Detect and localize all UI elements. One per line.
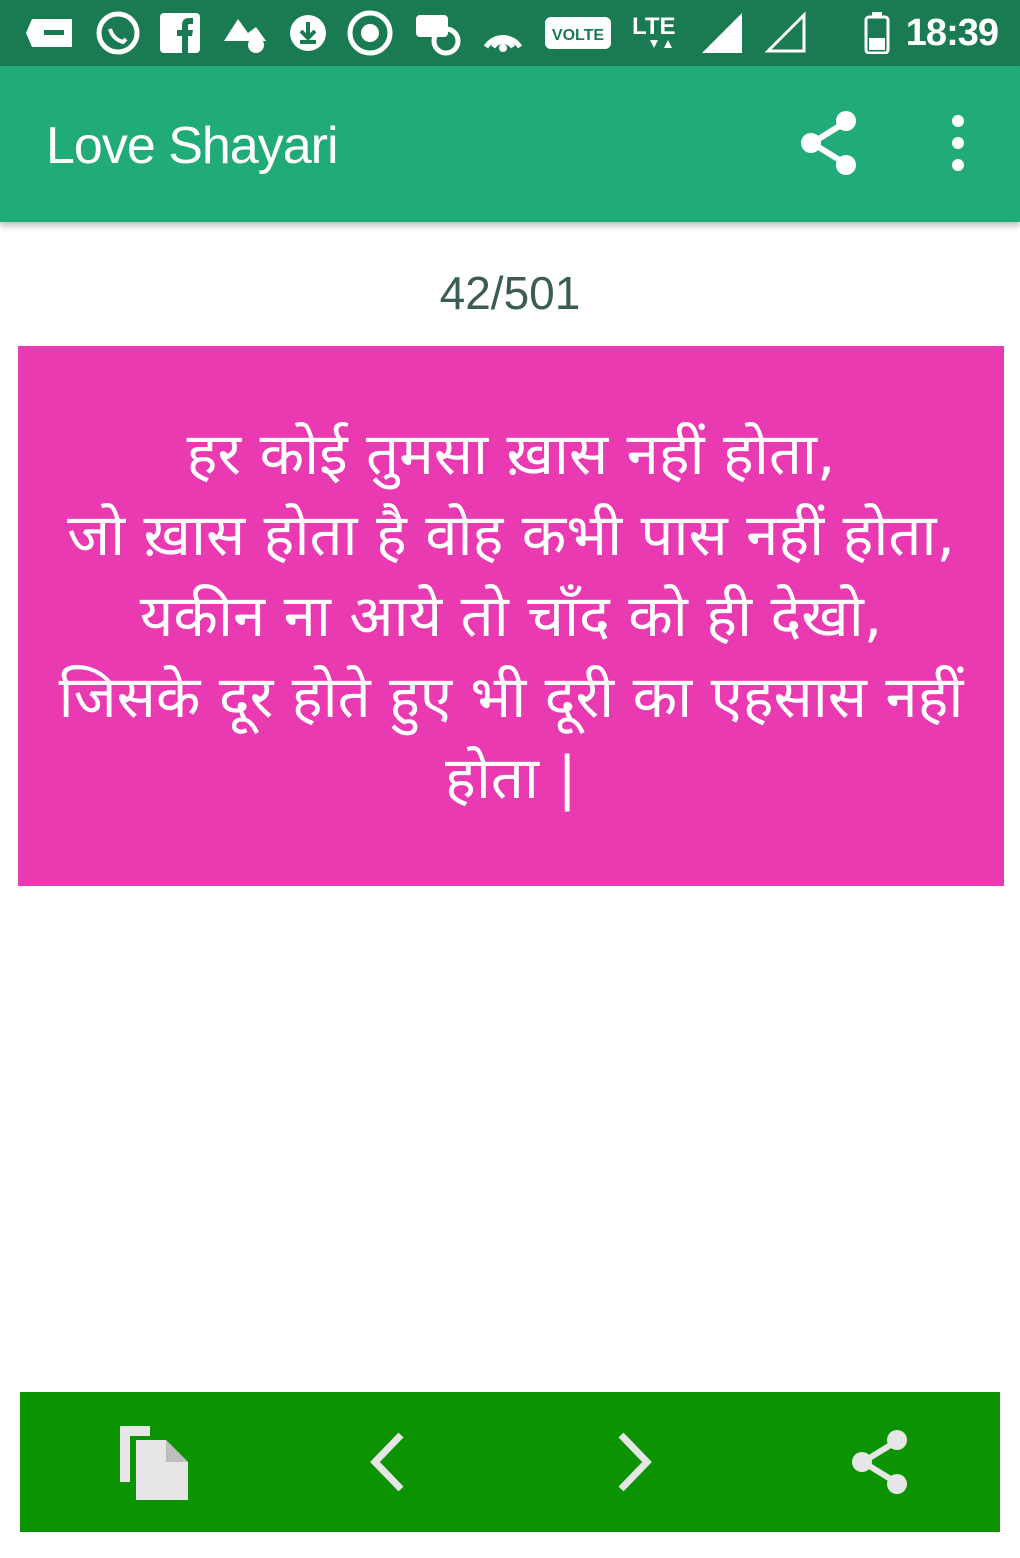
lte-icon: LTE: [630, 10, 682, 56]
battery-icon: [864, 12, 890, 54]
status-right: 18:39: [864, 11, 999, 55]
svg-text:LTE: LTE: [632, 13, 676, 40]
chevron-right-icon: [618, 1432, 652, 1492]
shayari-card: हर कोई तुमसा ख़ास नहीं होता, जो ख़ास होत…: [18, 346, 1004, 886]
signal-empty-icon: [764, 11, 810, 55]
whatsapp-icon: [94, 9, 142, 57]
bottom-action-bar: [20, 1392, 1000, 1532]
next-button[interactable]: [584, 1412, 684, 1512]
share-button[interactable]: [792, 106, 866, 180]
download-icon: [288, 13, 328, 53]
status-bar: VOLTE LTE 18:39: [0, 0, 1020, 66]
copy-button[interactable]: [104, 1412, 204, 1512]
app-bar: Love Shayari: [0, 66, 1020, 222]
chevron-left-icon: [370, 1432, 404, 1492]
share-icon: [852, 1430, 907, 1494]
vpn-icon: [346, 9, 394, 57]
volte-icon: VOLTE: [544, 16, 612, 50]
shayari-counter: 42/501: [439, 267, 581, 319]
signal-icon: [700, 11, 746, 55]
more-vertical-icon: [952, 115, 964, 171]
app-icon: [412, 9, 462, 57]
previous-button[interactable]: [338, 1412, 438, 1512]
notification-icon: [218, 11, 270, 55]
copy-icon: [120, 1426, 188, 1500]
overflow-menu-button[interactable]: [930, 106, 986, 180]
notification-icons: VOLTE LTE: [24, 9, 810, 57]
clock: 18:39: [905, 11, 999, 54]
facebook-icon: [160, 13, 200, 53]
shayari-text: हर कोई तुमसा ख़ास नहीं होता, जो ख़ास होत…: [58, 419, 964, 812]
hotspot-icon: [480, 11, 526, 55]
svg-text:VOLTE: VOLTE: [552, 27, 604, 44]
app-title: Love Shayari: [46, 117, 339, 175]
share-shayari-button[interactable]: [830, 1412, 930, 1512]
share-icon: [801, 111, 856, 175]
message-icon: [24, 15, 76, 51]
